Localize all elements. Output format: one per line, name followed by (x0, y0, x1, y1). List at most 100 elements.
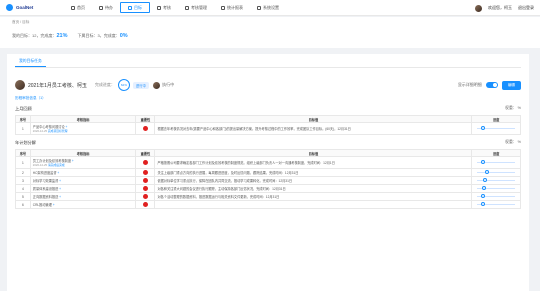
table-row[interactable]: 6 CRL推动管理 + (15, 200, 521, 209)
slider-track (477, 172, 515, 173)
task-title: 正向数据资料推送 (32, 195, 59, 199)
logo-icon (6, 4, 13, 11)
slider-knob[interactable] (481, 160, 486, 164)
progress-cell (471, 184, 521, 193)
logout-link[interactable]: 退出登录 (518, 5, 534, 11)
nav-item-review-admin[interactable]: 考核管理 (178, 0, 214, 16)
nav-label: 统计报表 (227, 4, 243, 10)
goal-stats: 我的目标：12，完成度： 21% 下属目标：3，完成度： 0% (12, 33, 528, 39)
nav-item-todo[interactable]: 待办 (92, 0, 120, 16)
summary-panel: 首页 / 目标 我的目标：12，完成度： 21% 下属目标：3，完成度： 0% (0, 17, 540, 48)
task-meta: 2020-12-25 请完成后完成 (33, 163, 134, 167)
table-row[interactable]: 1 产品中心考核问题讨论 +2020-12-25 完成项目标管理 根据去年考核情… (15, 122, 521, 135)
column-header: 考核指标 (29, 149, 137, 157)
todo-icon (99, 5, 103, 10)
show-detail-toggle[interactable] (485, 82, 498, 88)
column-header: 重要性 (135, 149, 156, 157)
plus-icon[interactable]: + (57, 171, 59, 175)
review-icon (157, 5, 161, 10)
table-row[interactable]: 4 质量体系建设推进 + 对各种关注重大问题的会议进行执行跟踪，主动保持各部门反… (15, 184, 521, 193)
importance-dot (142, 178, 148, 183)
top-navbar: GoalNet 首页 待办 目标 考核 考核管理 统计报表 系统设置 欢迎您，柯… (0, 0, 540, 16)
column-header: 进度 (471, 149, 521, 157)
target-cell: 依据对标单位学习重点执行，保障在团队内共同交流，推动学习成果转化，完成时间：12… (154, 176, 473, 185)
progress-cell (471, 200, 521, 209)
importance-dot (142, 202, 148, 207)
nav-item-reports[interactable]: 统计报表 (214, 0, 250, 16)
task-title: CRL推动管理 (32, 203, 52, 207)
task-title: 质量体系建设推进 (32, 187, 59, 191)
nav-item-settings[interactable]: 系统设置 (250, 0, 286, 16)
task-cell: 对标学习效果监督 + (29, 176, 137, 185)
target-cell: 严格按照公司要求确定各部门工作计划及绩效考核的制度规范。组织上级部门负责人一对一… (154, 156, 473, 169)
avatar[interactable] (475, 4, 482, 12)
plus-icon[interactable]: + (59, 179, 61, 183)
approval-history-link[interactable]: 历程审批信息（1） (15, 96, 521, 101)
sections: 上月回顾 权重： % 序号 考核指标 重要性 目标值 进度 1 产品中心考核问题讨论 +20… (15, 106, 521, 209)
row-number: 3 (15, 176, 31, 185)
table-row[interactable]: 2 HC架构进度监督 + 关注上级部门重点方向的执行进展，每周跟进进度，及时反馈… (15, 168, 521, 177)
target-cell: 关注上级部门重点方向的执行进展，每周跟进进度，及时反馈问题，跟踪结果。完成时间：… (154, 168, 473, 177)
progress-slider[interactable] (477, 186, 515, 190)
slider-knob[interactable] (481, 186, 486, 190)
plus-icon[interactable]: + (59, 195, 61, 199)
importance-dot (142, 126, 148, 131)
progress-slider[interactable] (477, 160, 515, 164)
table-row[interactable]: 3 对标学习效果监督 + 依据对标单位学习重点执行，保障在团队内共同交流，推动学… (15, 176, 521, 185)
home-icon (71, 5, 75, 10)
show-detail-label: 显示详细明细 (457, 82, 482, 87)
column-header: 序号 (15, 115, 31, 123)
row-number: 4 (15, 184, 31, 193)
importance-cell (135, 176, 156, 185)
table-row[interactable]: 1 员工办计划及绩效考核制度 +2020-12-25 请完成后完成 严格按照公司… (15, 156, 521, 169)
logo[interactable]: GoalNet (6, 4, 64, 11)
nav-item-home[interactable]: 首页 (64, 0, 92, 16)
progress-slider[interactable] (477, 194, 515, 198)
table-row[interactable]: 5 正向数据资料推送 + 对各个活动整理的数据资料，推进数据运行与相关资料文件更… (15, 192, 521, 201)
importance-dot (142, 170, 148, 175)
row-number: 6 (15, 200, 31, 209)
task-cell: HC架构进度监督 + (29, 168, 137, 177)
admin-icon (185, 5, 189, 10)
task-title: HC架构进度监督 (32, 171, 57, 175)
task-cell: 质量体系建设推进 + (29, 184, 137, 193)
target-cell: 对各个活动整理的数据资料，推进数据运行与相关资料文件更新，完成时间：12月31日 (154, 192, 473, 201)
main-content: 我的目标任务 2021年1月员工考核、柯玉 完成进度： 62% 进行中 执行中 … (7, 54, 529, 291)
task-link[interactable]: 完成项目标管理 (48, 129, 68, 133)
progress-ring: 62% (117, 79, 130, 91)
slider-knob[interactable] (481, 194, 486, 198)
progress-slider[interactable] (477, 126, 515, 130)
column-header: 目标值 (154, 115, 473, 123)
progress-slider[interactable] (477, 178, 515, 182)
divider (15, 67, 521, 68)
slider-knob[interactable] (483, 178, 488, 182)
nav-item-goals[interactable]: 目标 (120, 2, 150, 13)
plus-icon[interactable]: + (59, 187, 61, 191)
target-cell (154, 200, 473, 209)
progress-slider[interactable] (477, 202, 515, 206)
plus-icon[interactable]: + (53, 203, 55, 207)
section-title: 年计划分解 (15, 140, 36, 145)
progress-cell (471, 122, 521, 135)
owner-avatar (153, 81, 161, 89)
task-link[interactable]: 请完成后完成 (48, 163, 65, 167)
progress-cell (471, 176, 521, 185)
task-cell: CRL推动管理 + (29, 200, 137, 209)
tab-my-goals[interactable]: 我的目标任务 (15, 57, 46, 67)
edit-button[interactable]: 编辑 (501, 80, 521, 90)
slider-knob[interactable] (484, 170, 489, 174)
importance-cell (135, 184, 156, 193)
column-header: 序号 (15, 149, 31, 157)
nav-item-review[interactable]: 考核 (150, 0, 178, 16)
nav-label: 首页 (77, 4, 85, 10)
breadcrumb: 首页 / 目标 (12, 20, 30, 24)
plus-icon[interactable]: + (72, 159, 74, 163)
greeting: 欢迎您，柯玉 (488, 5, 512, 10)
table-header-row: 序号 考核指标 重要性 目标值 进度 (15, 115, 521, 123)
progress-slider[interactable] (477, 170, 515, 174)
task-cell: 正向数据资料推送 + (29, 192, 137, 201)
slider-knob[interactable] (481, 126, 486, 130)
my-goals-label: 我的目标：12，完成度： (12, 33, 57, 38)
slider-knob[interactable] (481, 202, 486, 206)
column-header: 进度 (471, 115, 521, 123)
